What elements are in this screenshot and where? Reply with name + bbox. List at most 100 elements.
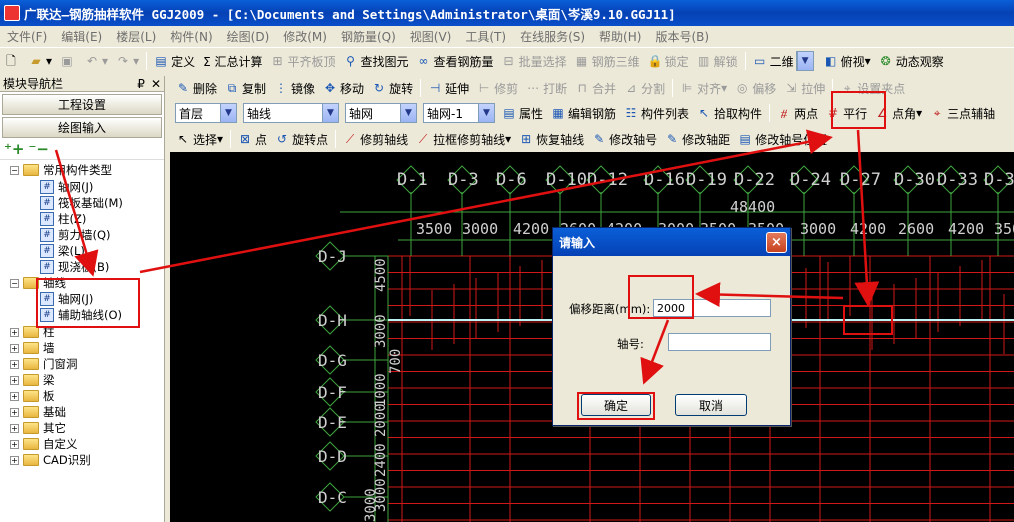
tree-folder[interactable]: + 门窗洞 xyxy=(10,356,78,372)
trim-axis-button[interactable]: ⟋ 修剪轴线 xyxy=(339,128,412,150)
select-button[interactable]: ↖ 选择 ▾ xyxy=(172,128,227,150)
point-button[interactable]: ⊠ 点 xyxy=(234,128,271,150)
plan-view-button[interactable]: ◧ 俯视 ▾ xyxy=(820,50,875,72)
delete-button[interactable]: ✎ 删除 xyxy=(172,77,221,99)
extend-button[interactable]: ⊣ 延伸 xyxy=(424,77,473,99)
tree-folder[interactable]: + 基础 xyxy=(10,404,66,420)
dynamic-view-button[interactable]: ❂ 动态观察 xyxy=(875,50,948,72)
point-angle-button[interactable]: ∠ 点角 ▾ xyxy=(871,102,926,124)
parallel-button[interactable]: # 平行 xyxy=(822,102,871,124)
mirror-button[interactable]: ⋮ 镜像 xyxy=(270,77,319,99)
tree-item[interactable]: # 辅助轴线(O) xyxy=(40,307,122,323)
expand-icon[interactable]: + xyxy=(10,359,19,369)
menu-item[interactable]: 绘图(D) xyxy=(220,28,277,45)
rebar-3d-button[interactable]: ▦ 钢筋三维 xyxy=(571,50,644,72)
undo-button[interactable]: ↶ ▾ xyxy=(81,50,112,72)
stretch-button[interactable]: ⇲ 拉伸 xyxy=(780,77,829,99)
tree-folder[interactable]: + CAD识别 xyxy=(10,452,91,468)
three-point-button[interactable]: ⌖ 三点辅轴 xyxy=(926,102,999,124)
set-grip-button[interactable]: ⌖ 设置夹点 xyxy=(836,77,909,99)
menu-item[interactable]: 视图(V) xyxy=(403,28,459,45)
element-category-select[interactable]: 轴网 ▼ xyxy=(345,103,417,123)
tree-item[interactable]: # 梁(L) xyxy=(40,243,85,259)
pin-icon[interactable]: ₽ xyxy=(137,77,145,91)
dialog-close-button[interactable]: × xyxy=(766,231,787,253)
modify-axis-label-button[interactable]: ✎ 修改轴号 xyxy=(588,128,661,150)
split-button[interactable]: ⊿ 分割 xyxy=(620,77,669,99)
element-name-select[interactable]: 轴网-1 ▼ xyxy=(423,103,495,123)
menu-item[interactable]: 工具(T) xyxy=(458,28,513,45)
find-element-button[interactable]: ⚲ 查找图元 xyxy=(340,50,413,72)
menu-item[interactable]: 修改(M) xyxy=(276,28,334,45)
collapse-all-icon[interactable]: ⁻− xyxy=(29,140,50,158)
modify-axis-distance-button[interactable]: ✎ 修改轴距 xyxy=(661,128,734,150)
expand-icon[interactable]: + xyxy=(10,343,19,353)
modify-axis-label-position-button[interactable]: ▤ 修改轴号位置 xyxy=(734,128,831,150)
view-2d-select[interactable]: ▭ 二维 ▼ xyxy=(749,50,820,72)
offset-button[interactable]: ◎ 偏移 xyxy=(731,77,780,99)
move-button[interactable]: ✥ 移动 xyxy=(319,77,368,99)
edit-rebar-button[interactable]: ▦ 编辑钢筋 xyxy=(547,102,620,124)
element-type-select[interactable]: 轴线 ▼ xyxy=(243,103,339,123)
tree-item[interactable]: # 轴网(J) xyxy=(40,179,93,195)
flat-slab-button[interactable]: ⊞ 平齐板顶 xyxy=(267,50,340,72)
expand-icon[interactable]: + xyxy=(10,455,19,465)
box-trim-axis-button[interactable]: ⟋ 拉框修剪轴线 ▾ xyxy=(412,128,515,150)
restore-axis-button[interactable]: ⊞ 恢复轴线 xyxy=(515,128,588,150)
expand-icon[interactable]: + xyxy=(10,423,19,433)
pick-element-button[interactable]: ↖ 拾取构件 xyxy=(693,102,766,124)
expand-icon[interactable]: + xyxy=(10,439,19,449)
define-button[interactable]: ▤ 定义 xyxy=(150,50,199,72)
tree-folder[interactable]: − 常用构件类型 xyxy=(10,162,112,178)
floor-select[interactable]: 首层 ▼ xyxy=(175,103,237,123)
expand-icon[interactable]: + xyxy=(10,375,19,385)
expand-icon[interactable]: + xyxy=(10,327,19,337)
open-file-button[interactable]: ▰ ▾ xyxy=(25,50,56,72)
close-icon[interactable]: ✕ xyxy=(151,77,161,91)
tree-item[interactable]: # 轴网(J) xyxy=(40,291,93,307)
menu-item[interactable]: 文件(F) xyxy=(0,28,54,45)
copy-button[interactable]: ⧉ 复制 xyxy=(221,77,270,99)
sum-calc-button[interactable]: Σ 汇总计算 xyxy=(199,50,266,72)
new-file-button[interactable]: 🗋 xyxy=(0,50,25,72)
menu-item[interactable]: 帮助(H) xyxy=(592,28,648,45)
tree-item[interactable]: # 筏板基础(M) xyxy=(40,195,123,211)
expand-all-icon[interactable]: ⁺+ xyxy=(4,140,25,158)
menu-item[interactable]: 构件(N) xyxy=(163,28,219,45)
collapse-icon[interactable]: − xyxy=(10,278,19,288)
tree-folder[interactable]: + 梁 xyxy=(10,372,55,388)
expand-icon[interactable]: + xyxy=(10,407,19,417)
menu-item[interactable]: 在线服务(S) xyxy=(513,28,592,45)
align-button[interactable]: ⊫ 对齐 ▾ xyxy=(676,77,731,99)
view-2d-dropdown[interactable]: ▼ xyxy=(795,51,814,71)
menu-item[interactable]: 编辑(E) xyxy=(54,28,109,45)
view-rebar-button[interactable]: ∞ 查看钢筋量 xyxy=(413,50,498,72)
tree-item[interactable]: # 剪力墙(Q) xyxy=(40,227,111,243)
lock-button[interactable]: 🔒 锁定 xyxy=(644,50,693,72)
cancel-button[interactable]: 取消 xyxy=(675,394,747,416)
drawing-input-button[interactable]: 绘图输入 xyxy=(2,117,162,138)
merge-button[interactable]: ⊓ 合并 xyxy=(571,77,620,99)
redo-button[interactable]: ↷ ▾ xyxy=(112,50,143,72)
trim-button[interactable]: ⊢ 修剪 xyxy=(473,77,522,99)
tree-folder[interactable]: + 其它 xyxy=(10,420,66,436)
save-button[interactable]: ▣ xyxy=(56,50,81,72)
unlock-button[interactable]: ▥ 解锁 xyxy=(693,50,742,72)
offset-distance-input[interactable] xyxy=(653,299,771,317)
tree-folder[interactable]: + 板 xyxy=(10,388,55,404)
collapse-icon[interactable]: − xyxy=(10,165,19,175)
tree-item[interactable]: # 现浇板(B) xyxy=(40,259,109,275)
element-list-button[interactable]: ☷ 构件列表 xyxy=(620,102,693,124)
expand-icon[interactable]: + xyxy=(10,391,19,401)
tree-folder[interactable]: − 轴线 xyxy=(10,275,66,291)
menu-item[interactable]: 钢筋量(Q) xyxy=(334,28,403,45)
axis-number-input[interactable] xyxy=(668,333,771,351)
batch-select-button[interactable]: ⊟ 批量选择 xyxy=(498,50,571,72)
menu-item[interactable]: 楼层(L) xyxy=(109,28,163,45)
rotate-button[interactable]: ↻ 旋转 xyxy=(368,77,417,99)
tree-folder[interactable]: + 墙 xyxy=(10,340,55,356)
two-point-button[interactable]: ⧣ 两点 xyxy=(773,102,822,124)
tree-folder[interactable]: + 柱 xyxy=(10,324,55,340)
tree-folder[interactable]: + 自定义 xyxy=(10,436,78,452)
tree-item[interactable]: # 柱(Z) xyxy=(40,211,86,227)
